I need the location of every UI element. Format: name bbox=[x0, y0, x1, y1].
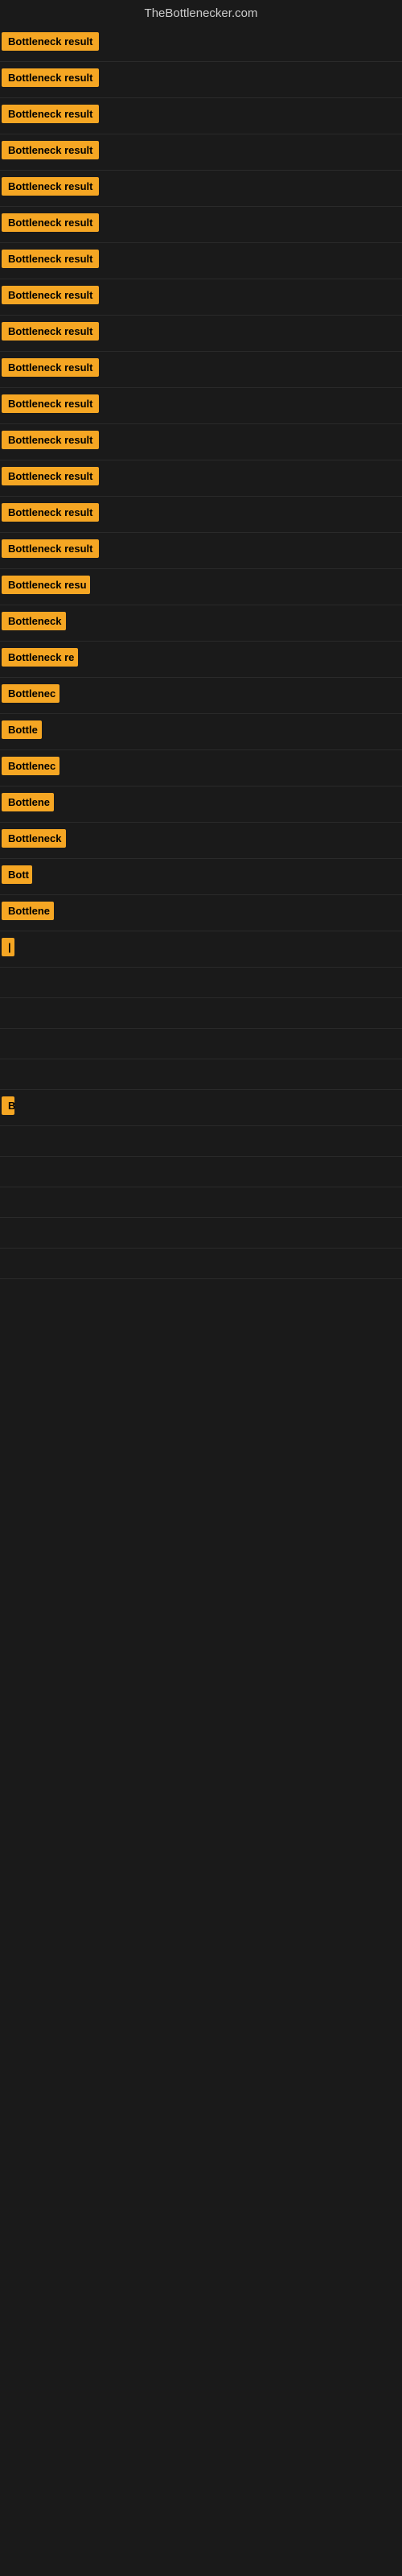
list-item: Bottleneck result bbox=[0, 388, 402, 424]
bottleneck-result-badge[interactable]: Bottleneck result bbox=[2, 213, 99, 232]
list-item: Bottleneck result bbox=[0, 533, 402, 569]
list-item: Bottleneck result bbox=[0, 243, 402, 279]
bottleneck-result-badge[interactable]: Bottleneck result bbox=[2, 539, 99, 558]
list-item: Bottleneck result bbox=[0, 352, 402, 388]
list-item bbox=[0, 998, 402, 1029]
bottleneck-result-badge[interactable]: Bottleneck result bbox=[2, 177, 99, 196]
list-item bbox=[0, 1157, 402, 1187]
list-item: Bottleneck result bbox=[0, 62, 402, 98]
bottleneck-result-badge[interactable]: B bbox=[2, 1096, 14, 1115]
list-item: B bbox=[0, 1090, 402, 1126]
bottleneck-result-badge[interactable]: Bottleneck bbox=[2, 829, 66, 848]
bottleneck-result-badge[interactable]: Bottleneck result bbox=[2, 358, 99, 377]
bottleneck-result-badge[interactable]: Bottleneck result bbox=[2, 286, 99, 304]
bottleneck-result-badge[interactable]: Bottleneck resu bbox=[2, 576, 90, 594]
list-item bbox=[0, 1187, 402, 1218]
list-item: Bottlenec bbox=[0, 750, 402, 786]
list-item: Bottleneck result bbox=[0, 207, 402, 243]
bottleneck-result-badge[interactable]: Bottleneck result bbox=[2, 431, 99, 449]
list-item: Bottleneck resu bbox=[0, 569, 402, 605]
list-item bbox=[0, 1059, 402, 1090]
bottleneck-result-badge[interactable]: Bottleneck result bbox=[2, 322, 99, 341]
bottleneck-result-badge[interactable]: Bottleneck result bbox=[2, 32, 99, 51]
list-item: Bottleneck result bbox=[0, 460, 402, 497]
bottleneck-result-badge[interactable]: Bottleneck result bbox=[2, 105, 99, 123]
list-item: Bottle bbox=[0, 714, 402, 750]
bottleneck-result-badge[interactable]: Bottleneck bbox=[2, 612, 66, 630]
bottleneck-result-badge[interactable]: Bottleneck result bbox=[2, 394, 99, 413]
bottleneck-result-badge[interactable]: Bottleneck result bbox=[2, 467, 99, 485]
list-item: Bottleneck result bbox=[0, 497, 402, 533]
bottleneck-result-badge[interactable]: Bottleneck result bbox=[2, 250, 99, 268]
list-item: Bottlenec bbox=[0, 678, 402, 714]
list-item: Bottleneck result bbox=[0, 98, 402, 134]
list-item: Bottleneck result bbox=[0, 316, 402, 352]
list-item bbox=[0, 1249, 402, 1279]
bottleneck-result-badge[interactable]: | bbox=[2, 938, 14, 956]
list-item: Bottleneck re bbox=[0, 642, 402, 678]
list-item: Bottleneck result bbox=[0, 279, 402, 316]
bottleneck-result-badge[interactable]: Bott bbox=[2, 865, 32, 884]
list-item: Bottleneck bbox=[0, 605, 402, 642]
list-item: Bottlene bbox=[0, 895, 402, 931]
bottleneck-result-badge[interactable]: Bottlene bbox=[2, 902, 54, 920]
site-header: TheBottlenecker.com bbox=[0, 0, 402, 26]
list-item: Bottleneck result bbox=[0, 424, 402, 460]
list-item: Bottleneck bbox=[0, 823, 402, 859]
list-item: Bottleneck result bbox=[0, 26, 402, 62]
bottleneck-result-badge[interactable]: Bottlene bbox=[2, 793, 54, 811]
bottleneck-result-badge[interactable]: Bottleneck result bbox=[2, 503, 99, 522]
list-item bbox=[0, 1126, 402, 1157]
bottleneck-result-badge[interactable]: Bottleneck re bbox=[2, 648, 78, 667]
list-item: Bottlene bbox=[0, 786, 402, 823]
site-title: TheBottlenecker.com bbox=[145, 6, 258, 20]
bottleneck-result-badge[interactable]: Bottlenec bbox=[2, 757, 59, 775]
bottleneck-result-badge[interactable]: Bottleneck result bbox=[2, 141, 99, 159]
list-item: Bottleneck result bbox=[0, 171, 402, 207]
list-item bbox=[0, 1218, 402, 1249]
bottleneck-result-badge[interactable]: Bottle bbox=[2, 720, 42, 739]
list-item bbox=[0, 1029, 402, 1059]
list-item bbox=[0, 968, 402, 998]
bottleneck-result-badge[interactable]: Bottleneck result bbox=[2, 68, 99, 87]
list-item: Bottleneck result bbox=[0, 134, 402, 171]
bottleneck-result-badge[interactable]: Bottlenec bbox=[2, 684, 59, 703]
list-item: | bbox=[0, 931, 402, 968]
list-item: Bott bbox=[0, 859, 402, 895]
